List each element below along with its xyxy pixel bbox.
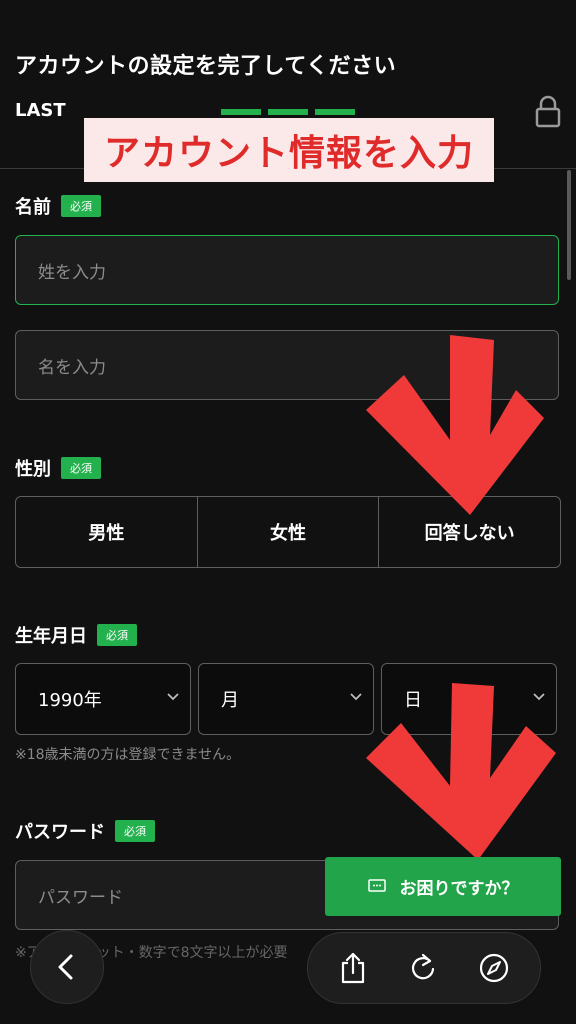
gender-label: 性別: [15, 459, 51, 480]
compass-icon[interactable]: [478, 952, 510, 984]
birth-year-select[interactable]: 1990年: [15, 663, 191, 735]
name-label: 名前: [15, 197, 51, 218]
gender-label-row: 性別 必須: [15, 455, 101, 481]
birth-month-select[interactable]: 月: [198, 663, 374, 735]
help-button-label: お困りですか？: [399, 879, 519, 899]
arrow-down-icon: [366, 683, 556, 860]
required-badge: 必須: [61, 457, 101, 479]
arrow-down-icon: [366, 335, 544, 515]
gender-option-male[interactable]: 男性: [16, 497, 198, 567]
browser-toolbar: [307, 932, 541, 1004]
help-button[interactable]: お困りですか？: [325, 857, 561, 916]
password-label: パスワード: [15, 822, 105, 843]
progress-segment-1: [221, 109, 261, 115]
reload-icon[interactable]: [408, 952, 438, 984]
password-label-row: パスワード 必須: [15, 818, 155, 844]
back-icon: [58, 954, 73, 980]
instruction-banner: アカウント情報を入力: [84, 118, 494, 182]
page-title: アカウントの設定を完了してください: [15, 54, 397, 79]
progress-segment-3: [315, 109, 355, 115]
required-badge: 必須: [61, 195, 101, 217]
lock-icon: [535, 95, 561, 128]
step-label: LAST: [15, 100, 66, 121]
age-note: ※18歳未満の方は登録できません。: [15, 747, 241, 763]
birth-month-value: 月: [221, 690, 239, 711]
password-placeholder: パスワード: [38, 887, 123, 908]
chevron-down-icon: [167, 693, 179, 701]
share-icon[interactable]: [338, 951, 368, 985]
chevron-down-icon: [350, 693, 362, 701]
required-badge: 必須: [97, 624, 137, 646]
birthdate-label-row: 生年月日 必須: [15, 622, 137, 648]
scrollbar[interactable]: [567, 170, 571, 280]
banner-text: アカウント情報を入力: [103, 133, 474, 174]
last-name-placeholder: 姓を入力: [38, 262, 106, 283]
required-badge: 必須: [115, 820, 155, 842]
birth-year-value: 1990年: [38, 690, 102, 711]
back-button[interactable]: [30, 930, 104, 1004]
gender-option-female[interactable]: 女性: [198, 497, 380, 567]
chat-icon: [367, 878, 386, 892]
first-name-placeholder: 名を入力: [38, 357, 106, 378]
name-label-row: 名前 必須: [15, 193, 101, 219]
progress-segment-2: [268, 109, 308, 115]
last-name-input[interactable]: 姓を入力: [15, 235, 559, 305]
birthdate-label: 生年月日: [15, 626, 87, 647]
